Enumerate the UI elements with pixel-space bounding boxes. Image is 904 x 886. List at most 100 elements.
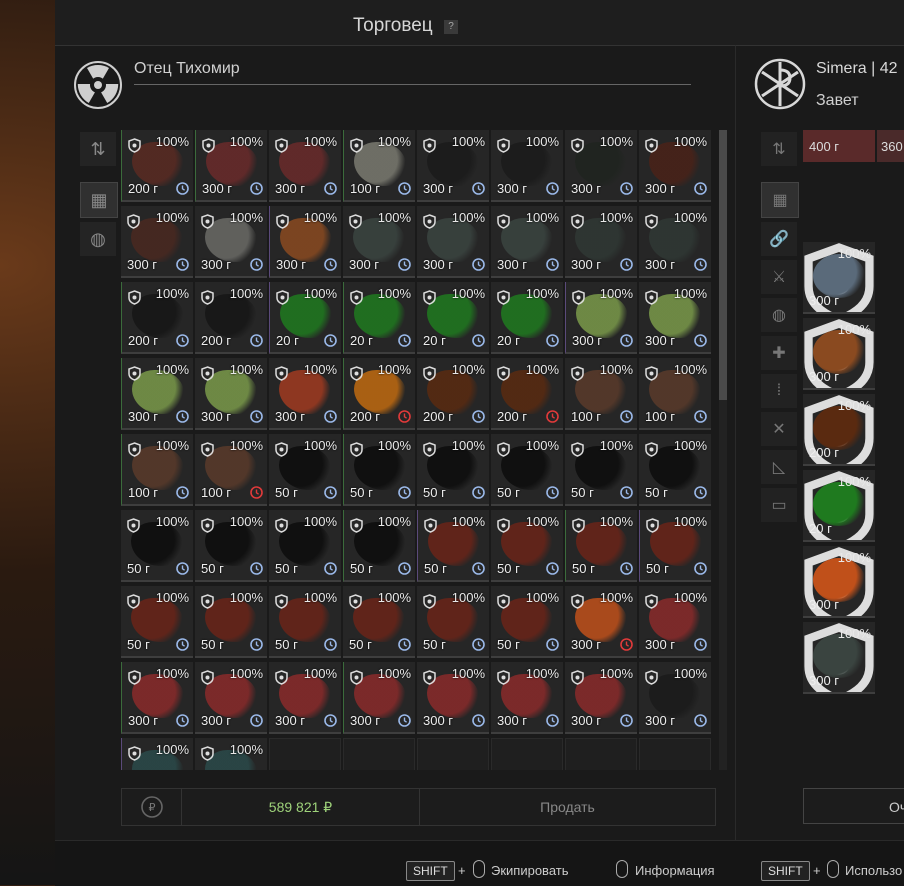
inventory-item[interactable]: 100% 50 г (639, 434, 711, 506)
inventory-item[interactable]: 100% 200 г (803, 394, 875, 466)
inventory-item[interactable]: 100% 20 г (803, 470, 875, 542)
inventory-item[interactable]: 100% 200 г (121, 282, 193, 354)
inventory-item[interactable]: 100% 300 г (803, 242, 875, 314)
inventory-item[interactable]: 100% (121, 738, 193, 770)
link-button[interactable]: 🔗 (761, 222, 797, 256)
inventory-item[interactable]: 100% 200 г (195, 282, 267, 354)
inventory-item[interactable]: 100% 300 г (803, 318, 875, 390)
inventory-item[interactable]: 100% 50 г (343, 510, 415, 582)
grid-view-button[interactable]: ▦ (761, 182, 799, 218)
inventory-item[interactable]: 100% 200 г (343, 358, 415, 430)
inventory-item[interactable]: 100% 50 г (417, 434, 489, 506)
inventory-item[interactable]: 100% 50 г (565, 434, 637, 506)
inventory-item[interactable]: 100% 300 г (491, 662, 563, 734)
grid-view-button[interactable]: ▦ (80, 182, 118, 218)
item-price: 300 г (809, 293, 840, 308)
sell-button[interactable]: Продать (419, 789, 715, 825)
weapon-button[interactable]: ⚔ (761, 260, 797, 294)
inventory-item[interactable]: 100% 50 г (491, 586, 563, 658)
inventory-item[interactable]: 100% 300 г (639, 586, 711, 658)
inventory-item[interactable]: 100% 50 г (269, 510, 341, 582)
artifact-filter-button[interactable]: ◍ (761, 298, 797, 332)
inventory-item[interactable]: 100% 300 г (343, 206, 415, 278)
inventory-item[interactable]: 100% 300 г (565, 130, 637, 202)
ammo-button[interactable]: ⁞ (761, 374, 797, 408)
inventory-item[interactable]: 100% 300 г (195, 206, 267, 278)
inventory-item[interactable]: 100% 300 г (565, 662, 637, 734)
inventory-item[interactable]: 100% 300 г (417, 130, 489, 202)
container-button[interactable]: ▭ (761, 488, 797, 522)
inventory-item[interactable]: 100% 300 г (565, 282, 637, 354)
top-item[interactable]: 400 г (803, 130, 875, 162)
empty-slot (491, 738, 563, 770)
inventory-item[interactable]: 100% 200 г (491, 358, 563, 430)
sort-button[interactable]: ⇅ (80, 132, 116, 166)
currency-exchange-button[interactable]: ₽ (122, 789, 182, 825)
artifact-filter-icon: ◍ (90, 228, 106, 249)
inventory-item[interactable]: 100% 300 г (565, 586, 637, 658)
inventory-item[interactable]: 100% 300 г (121, 206, 193, 278)
inventory-item[interactable]: 100% 300 г (639, 662, 711, 734)
inventory-item[interactable]: 100% 20 г (491, 282, 563, 354)
blueprint-button[interactable]: ◺ (761, 450, 797, 484)
durability-shield-icon (350, 138, 363, 153)
inventory-item[interactable]: 100% 50 г (121, 510, 193, 582)
inventory-item[interactable]: 100% 20 г (269, 282, 341, 354)
inventory-item[interactable]: 100% 300 г (269, 662, 341, 734)
inventory-item[interactable]: 100% 300 г (803, 546, 875, 618)
inventory-item[interactable]: 100% 300 г (195, 662, 267, 734)
inventory-item[interactable]: 100% 300 г (269, 358, 341, 430)
inventory-item[interactable]: 100% 50 г (343, 434, 415, 506)
inventory-item[interactable]: 100% 300 г (195, 130, 267, 202)
inventory-item[interactable]: 100% 300 г (803, 622, 875, 694)
inventory-item[interactable]: 100% 50 г (491, 510, 563, 582)
clock-icon (398, 410, 411, 423)
durability-shield-icon (128, 746, 141, 761)
inventory-item[interactable]: 100% 300 г (269, 206, 341, 278)
inventory-item[interactable]: 100% 300 г (565, 206, 637, 278)
inventory-item[interactable]: 100% 200 г (417, 358, 489, 430)
inventory-item[interactable]: 100% 50 г (121, 586, 193, 658)
inventory-item[interactable]: 100% 300 г (121, 662, 193, 734)
scrollbar[interactable] (719, 130, 727, 770)
inventory-item[interactable]: 100% 300 г (639, 282, 711, 354)
inventory-item[interactable]: 100% 50 г (269, 434, 341, 506)
inventory-item[interactable]: 100% 50 г (343, 586, 415, 658)
inventory-item[interactable]: 100% 300 г (491, 206, 563, 278)
inventory-item[interactable]: 100% 100 г (195, 434, 267, 506)
tools-button[interactable]: ✕ (761, 412, 797, 446)
inventory-item[interactable]: 100% 50 г (195, 586, 267, 658)
inventory-item[interactable]: 100% 200 г (121, 130, 193, 202)
inventory-item[interactable]: 100% 20 г (343, 282, 415, 354)
inventory-item[interactable]: 100% 50 г (491, 434, 563, 506)
scrollbar-thumb[interactable] (719, 130, 727, 400)
inventory-item[interactable]: 100% 100 г (121, 434, 193, 506)
inventory-item[interactable]: 100% 300 г (639, 130, 711, 202)
inventory-item[interactable]: 100% 100 г (565, 358, 637, 430)
top-item[interactable]: 360 (877, 130, 904, 162)
clear-button[interactable]: Оч (803, 788, 904, 824)
inventory-item[interactable]: 100% 300 г (343, 662, 415, 734)
sort-button[interactable]: ⇅ (761, 132, 797, 166)
artifact-filter-button[interactable]: ◍ (80, 222, 116, 256)
inventory-item[interactable]: 100% 300 г (417, 206, 489, 278)
help-button[interactable]: ? (444, 20, 458, 34)
inventory-item[interactable]: 100% (195, 738, 267, 770)
inventory-item[interactable]: 100% 300 г (269, 130, 341, 202)
inventory-item[interactable]: 100% 50 г (269, 586, 341, 658)
inventory-item[interactable]: 100% 300 г (491, 130, 563, 202)
inventory-item[interactable]: 100% 300 г (121, 358, 193, 430)
inventory-item[interactable]: 100% 50 г (639, 510, 711, 582)
inventory-item[interactable]: 100% 50 г (417, 510, 489, 582)
inventory-item[interactable]: 100% 50 г (565, 510, 637, 582)
inventory-item[interactable]: 100% 50 г (417, 586, 489, 658)
medkit-button[interactable]: ✚ (761, 336, 797, 370)
durability-shield-icon (128, 138, 141, 153)
inventory-item[interactable]: 100% 300 г (639, 206, 711, 278)
inventory-item[interactable]: 100% 100 г (639, 358, 711, 430)
inventory-item[interactable]: 100% 300 г (417, 662, 489, 734)
inventory-item[interactable]: 100% 50 г (195, 510, 267, 582)
inventory-item[interactable]: 100% 100 г (343, 130, 415, 202)
inventory-item[interactable]: 100% 20 г (417, 282, 489, 354)
inventory-item[interactable]: 100% 300 г (195, 358, 267, 430)
